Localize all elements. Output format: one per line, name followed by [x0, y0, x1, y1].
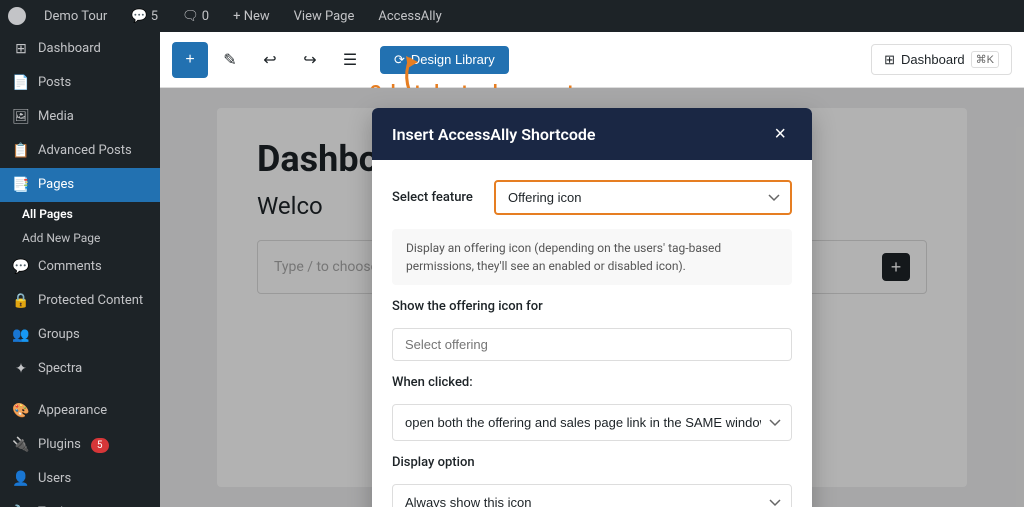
display-option-section: Display option — [392, 455, 792, 470]
sidebar-item-dashboard[interactable]: ⊞ Dashboard — [0, 32, 160, 66]
show-icon-section: Show the offering icon for — [392, 299, 792, 314]
offering-input[interactable] — [392, 328, 792, 361]
dashboard-icon: ⊞ — [12, 40, 30, 58]
groups-icon: 👥 — [12, 326, 30, 344]
accessally-link[interactable]: AccessAlly — [372, 9, 447, 24]
design-library-icon: ⟳ — [394, 52, 405, 68]
list-view-button[interactable]: ☰ — [332, 42, 368, 78]
select-feature-row: Select feature Offering icon Login form … — [392, 180, 792, 215]
modal-close-button[interactable]: × — [768, 122, 792, 146]
sidebar-label-comments: Comments — [38, 259, 102, 276]
protected-content-icon: 🔒 — [12, 292, 30, 310]
plugins-badge: 5 — [91, 438, 109, 453]
display-option-dropdown[interactable]: Always show this icon Only show when ena… — [392, 484, 792, 507]
sidebar-label-pages: Pages — [38, 177, 74, 194]
modal-header: Insert AccessAlly Shortcode × — [372, 108, 812, 160]
editor-area: + ✎ ↩ ↪ ☰ ⟳ Design Library Select shortc… — [160, 32, 1024, 507]
plugins-icon: 🔌 — [12, 436, 30, 454]
design-library-button[interactable]: ⟳ Design Library — [380, 46, 509, 74]
sidebar-label-users: Users — [38, 471, 71, 488]
sidebar-item-comments[interactable]: 💬 Comments — [0, 250, 160, 284]
spectra-icon: ✦ — [12, 360, 30, 378]
modal-title: Insert AccessAlly Shortcode — [392, 125, 596, 144]
toolbar-right: ⊞ Dashboard ⌘K — [871, 44, 1012, 75]
when-clicked-section: When clicked: — [392, 375, 792, 390]
sidebar-label-groups: Groups — [38, 327, 80, 344]
feature-description: Display an offering icon (depending on t… — [392, 229, 792, 285]
design-library-container: ⟳ Design Library Select shortcode genera… — [380, 46, 509, 74]
add-block-toolbar-button[interactable]: + — [172, 42, 208, 78]
advanced-posts-icon: 📋 — [12, 142, 30, 160]
sidebar-item-pages[interactable]: 📑 Pages — [0, 168, 160, 202]
redo-button[interactable]: ↪ — [292, 42, 328, 78]
sidebar-item-advanced-posts[interactable]: 📋 Advanced Posts — [0, 134, 160, 168]
sidebar-item-plugins[interactable]: 🔌 Plugins 5 — [0, 428, 160, 462]
sidebar-item-tools[interactable]: 🔧 Tools — [0, 496, 160, 507]
sidebar: ⊞ Dashboard 📄 Posts 🖼 Media 📋 Advanced P… — [0, 32, 160, 507]
sidebar-sub-add-page[interactable]: Add New Page — [0, 226, 160, 250]
sidebar-item-appearance[interactable]: 🎨 Appearance — [0, 394, 160, 428]
modal-dialog: Insert AccessAlly Shortcode × Select fea… — [372, 108, 812, 507]
editor-content: Dashboard Welco Type / to choose a block… — [160, 88, 1024, 507]
undo-button[interactable]: ↩ — [252, 42, 288, 78]
sidebar-item-protected-content[interactable]: 🔒 Protected Content — [0, 284, 160, 318]
appearance-icon: 🎨 — [12, 402, 30, 420]
when-clicked-dropdown[interactable]: open both the offering and sales page li… — [392, 404, 792, 441]
comment-count[interactable]: 🗨 0 — [176, 9, 215, 24]
modal-body: Select feature Offering icon Login form … — [372, 160, 812, 507]
when-clicked-label: When clicked: — [392, 375, 792, 390]
sidebar-label-posts: Posts — [38, 75, 71, 92]
sidebar-label-spectra: Spectra — [38, 361, 82, 378]
sidebar-sub-all-pages[interactable]: All Pages — [0, 202, 160, 226]
new-button[interactable]: + New — [227, 9, 276, 24]
sidebar-label-media: Media — [38, 109, 74, 126]
users-icon: 👤 — [12, 470, 30, 488]
main-layout: ⊞ Dashboard 📄 Posts 🖼 Media 📋 Advanced P… — [0, 32, 1024, 507]
site-name[interactable]: Demo Tour — [38, 9, 113, 24]
sidebar-item-posts[interactable]: 📄 Posts — [0, 66, 160, 100]
sidebar-item-users[interactable]: 👤 Users — [0, 462, 160, 496]
sidebar-item-spectra[interactable]: ✦ Spectra — [0, 352, 160, 386]
keyboard-shortcut: ⌘K — [971, 51, 999, 68]
dashboard-btn-icon: ⊞ — [884, 52, 895, 68]
comments-nav-icon: 💬 — [12, 258, 30, 276]
display-option-label: Display option — [392, 455, 792, 470]
pages-icon: 📑 — [12, 176, 30, 194]
posts-icon: 📄 — [12, 74, 30, 92]
sidebar-label-plugins: Plugins — [38, 437, 81, 454]
media-icon: 🖼 — [12, 108, 30, 126]
select-feature-label: Select feature — [392, 190, 482, 205]
sidebar-label-appearance: Appearance — [38, 403, 107, 420]
edit-button[interactable]: ✎ — [212, 42, 248, 78]
dashboard-btn-label: Dashboard — [901, 52, 965, 67]
select-feature-dropdown[interactable]: Offering icon Login form Registration fo… — [494, 180, 792, 215]
modal-overlay: Insert AccessAlly Shortcode × Select fea… — [160, 88, 1024, 507]
sidebar-label-dashboard: Dashboard — [38, 41, 101, 58]
design-library-label: Design Library — [411, 52, 495, 67]
wp-logo — [8, 7, 26, 25]
dashboard-button[interactable]: ⊞ Dashboard ⌘K — [871, 44, 1012, 75]
sidebar-label-protected-content: Protected Content — [38, 293, 143, 310]
view-page-link[interactable]: View Page — [288, 9, 361, 24]
sidebar-item-groups[interactable]: 👥 Groups — [0, 318, 160, 352]
editor-toolbar: + ✎ ↩ ↪ ☰ ⟳ Design Library Select shortc… — [160, 32, 1024, 88]
admin-bar: Demo Tour 💬 5 🗨 0 + New View Page Access… — [0, 0, 1024, 32]
comments-icon[interactable]: 💬 5 — [125, 9, 164, 24]
sidebar-item-media[interactable]: 🖼 Media — [0, 100, 160, 134]
sidebar-label-advanced-posts: Advanced Posts — [38, 143, 132, 160]
show-icon-label: Show the offering icon for — [392, 299, 792, 314]
